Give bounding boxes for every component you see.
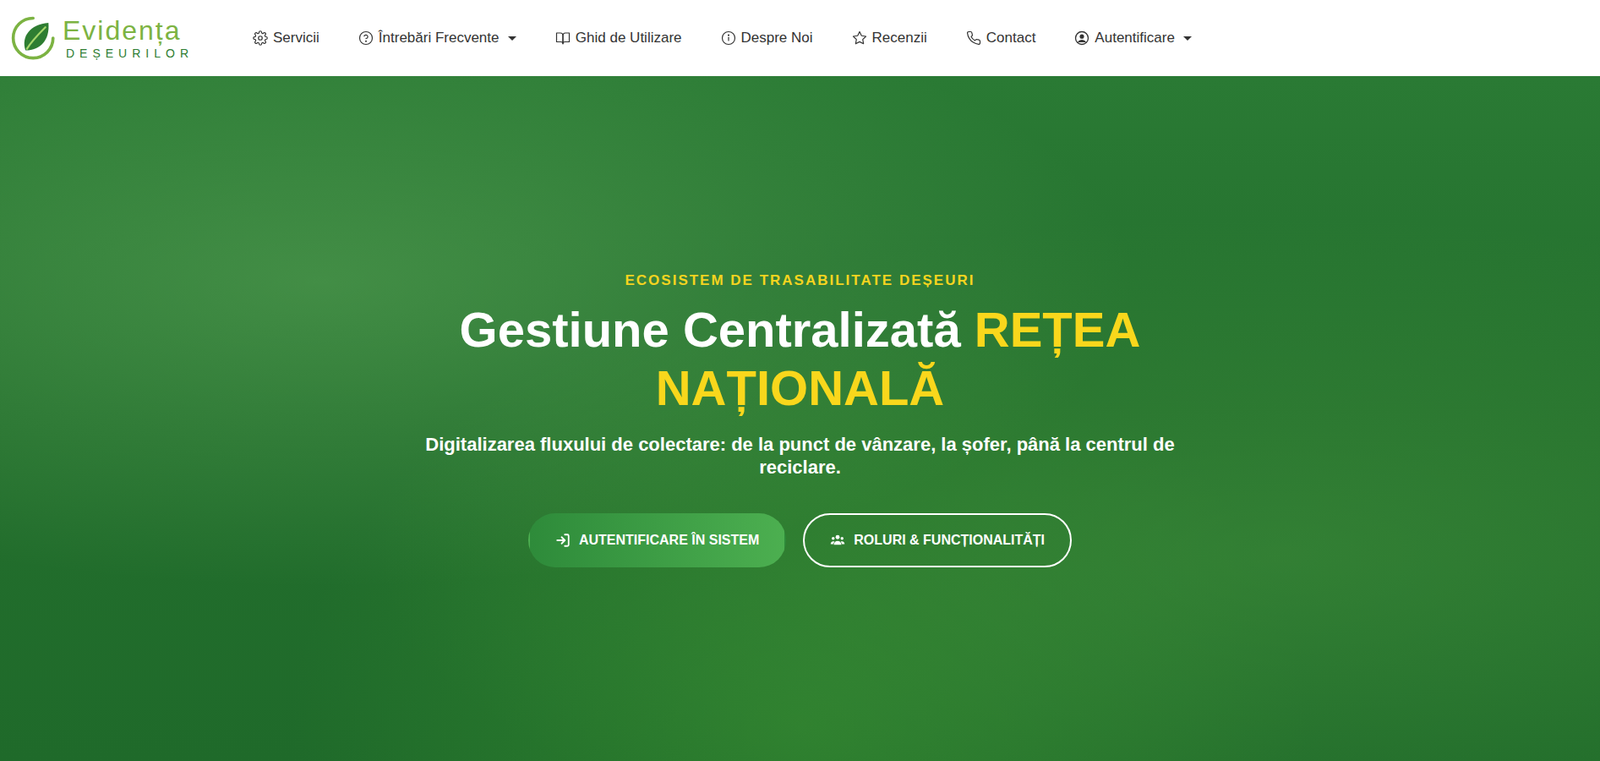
nav-link[interactable]: Despre Noi	[720, 21, 814, 55]
leaf-logo-icon	[10, 13, 60, 63]
nav-label: Recenzii	[872, 27, 928, 50]
hero-title: Gestiune Centralizată REȚEA NAȚIONALĂ	[394, 300, 1207, 418]
nav-link[interactable]: Întrebări Frecvente	[358, 21, 517, 55]
hero: ECOSISTEM DE TRASABILITATE DEȘEURI Gestiu…	[0, 76, 1600, 761]
nav-item: Contact	[966, 21, 1037, 55]
nav-link[interactable]: Autentificare	[1074, 21, 1192, 55]
navbar: Evidența DEȘEURILOR Servicii Întrebări Fre…	[0, 0, 1600, 77]
hero-title-main: Gestiune Centralizată	[459, 301, 962, 357]
logo-title: Evidența	[62, 16, 194, 44]
button-label: AUTENTIFICARE ÎN SISTEM	[578, 529, 760, 551]
nav-link[interactable]: Contact	[966, 21, 1037, 55]
nav-item: Servicii	[252, 21, 320, 55]
nav-item: Întrebări Frecvente	[358, 21, 517, 55]
logo-subtitle: DEȘEURILOR	[62, 47, 194, 60]
login-icon	[555, 532, 571, 548]
button-label: ROLURI & FUNCȚIONALITĂȚI	[853, 529, 1045, 551]
nav-item: Ghid de Utilizare	[555, 21, 683, 55]
phone-icon	[966, 30, 982, 46]
hero-subtitle: Digitalizarea fluxului de colectare: de …	[390, 432, 1211, 480]
user-circle-icon	[1074, 30, 1090, 46]
gear-icon	[252, 30, 268, 46]
nav-menu: Servicii Întrebări Frecvente Ghid de Utili…	[252, 21, 1192, 55]
hero-content: ECOSISTEM DE TRASABILITATE DEȘEURI Gestiu…	[390, 269, 1211, 568]
nav-link[interactable]: Servicii	[252, 21, 320, 55]
logo-text: Evidența DEȘEURILOR	[62, 16, 194, 60]
nav-item: Recenzii	[851, 21, 928, 55]
hero-eyebrow: ECOSISTEM DE TRASABILITATE DEȘEURI	[390, 269, 1211, 292]
login-button[interactable]: AUTENTIFICARE ÎN SISTEM	[528, 513, 787, 568]
book-icon	[555, 30, 571, 46]
users-icon	[830, 532, 846, 548]
logo[interactable]: Evidența DEȘEURILOR	[10, 13, 194, 63]
nav-label: Despre Noi	[741, 27, 814, 50]
nav-item: Autentificare	[1074, 21, 1192, 55]
nav-label: Ghid de Utilizare	[575, 27, 683, 50]
nav-link[interactable]: Recenzii	[851, 21, 928, 55]
question-icon	[358, 30, 374, 46]
nav-label: Întrebări Frecvente	[378, 27, 500, 50]
star-icon	[851, 30, 868, 46]
roles-button[interactable]: ROLURI & FUNCȚIONALITĂȚI	[802, 513, 1072, 568]
nav-label: Servicii	[273, 27, 320, 50]
nav-label: Autentificare	[1094, 27, 1175, 50]
nav-link[interactable]: Ghid de Utilizare	[555, 21, 683, 55]
nav-label: Contact	[986, 27, 1037, 50]
nav-item: Despre Noi	[720, 21, 814, 55]
hero-buttons: AUTENTIFICARE ÎN SISTEM ROLURI & FUNCȚION…	[390, 513, 1211, 568]
info-icon	[720, 30, 737, 46]
